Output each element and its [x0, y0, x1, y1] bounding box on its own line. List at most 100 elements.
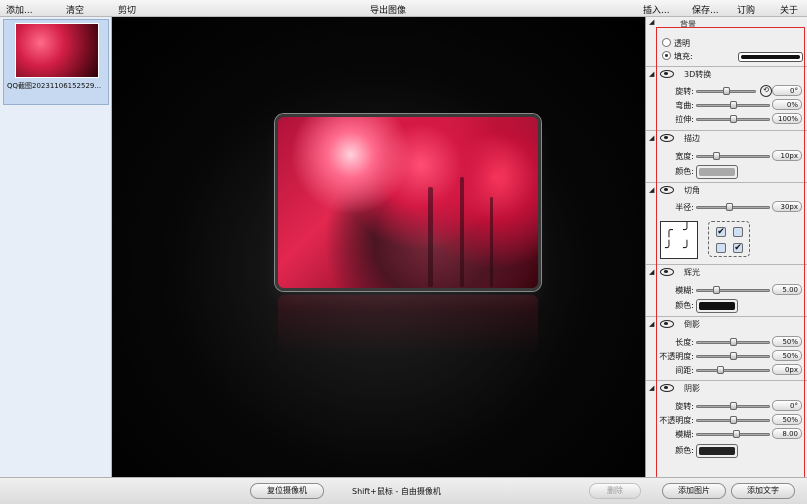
slider-shadow-rotate[interactable] [696, 402, 770, 410]
collapse-triangle-icon[interactable]: ◢ [649, 384, 654, 392]
section-shadow-header[interactable]: ◢ 阴影 [646, 383, 807, 395]
menu-about[interactable]: 关于 [780, 3, 798, 16]
menu-add[interactable]: 添加... [6, 3, 33, 16]
corner-tr-checkbox[interactable] [733, 227, 743, 237]
value-border-width[interactable]: 10px [772, 150, 802, 161]
border-color-swatch[interactable] [696, 165, 738, 179]
eye-icon[interactable] [660, 320, 674, 328]
slider-knob[interactable] [713, 286, 720, 294]
section-background-header[interactable]: ◢ 背景 [646, 17, 807, 29]
section-corner-title: 切角 [684, 186, 700, 195]
section-reflection: ◢ 倒影 长度: 50% 不透明度: 50% 间距: 0px [646, 317, 807, 381]
corner-top-right-icon[interactable]: ╯ [683, 223, 691, 238]
slider-shadow-opacity[interactable] [696, 416, 770, 424]
corner-bl-checkbox[interactable] [716, 243, 726, 253]
fill-color-swatch[interactable] [738, 52, 803, 62]
transparent-radio[interactable] [662, 38, 671, 47]
camera-hint-text: Shift+鼠标 - 自由摄像机 [352, 487, 441, 496]
fill-radio[interactable] [662, 51, 671, 60]
value-glow-blur[interactable]: 5.00 [772, 284, 802, 295]
thumbnail-item[interactable]: QQ截图20231106152529... [3, 19, 109, 105]
collapse-triangle-icon[interactable]: ◢ [649, 18, 654, 26]
eye-icon[interactable] [660, 384, 674, 392]
value-3d-bend[interactable]: 0% [772, 99, 802, 110]
menu-subscribe[interactable]: 订购 [737, 3, 755, 16]
eye-icon[interactable] [660, 70, 674, 78]
section-3d-header[interactable]: ◢ 3D转换 [646, 69, 807, 81]
slider-knob[interactable] [730, 101, 737, 109]
transparent-label: 透明 [674, 39, 690, 48]
slider-3d-rotate[interactable] [696, 87, 756, 95]
value-corner-radius[interactable]: 30px [772, 201, 802, 212]
corner-style-picker[interactable]: ╭ ╯ ╯ ╯ [660, 221, 698, 259]
slider-border-width[interactable] [696, 152, 770, 160]
add-text-button[interactable]: 添加文字 [731, 483, 795, 499]
slider-3d-bend[interactable] [696, 101, 770, 109]
value-3d-rotate[interactable]: 0° [772, 85, 802, 96]
slider-knob[interactable] [730, 416, 737, 424]
collapse-triangle-icon[interactable]: ◢ [649, 320, 654, 328]
slider-knob[interactable] [730, 352, 737, 360]
preview-stage[interactable] [112, 17, 645, 477]
collapse-triangle-icon[interactable]: ◢ [649, 268, 654, 276]
section-glow-header[interactable]: ◢ 辉光 [646, 267, 807, 279]
slider-3d-stretch[interactable] [696, 115, 770, 123]
value-shadow-blur[interactable]: 8.00 [772, 428, 802, 439]
corner-br-checkbox[interactable]: ✔ [733, 243, 743, 253]
corner-bottom-left-icon[interactable]: ╯ [665, 241, 673, 256]
slider-glow-blur[interactable] [696, 286, 770, 294]
shadow-color-swatch[interactable] [696, 444, 738, 458]
slider-corner-radius[interactable] [696, 203, 770, 211]
value-reflection-opacity[interactable]: 50% [772, 350, 802, 361]
bottom-toolbar: 复位摄像机 Shift+鼠标 - 自由摄像机 删除 添加图片 添加文字 [0, 477, 807, 504]
label-shadow-blur: 模糊: [675, 430, 694, 439]
section-border-header[interactable]: ◢ 描边 [646, 133, 807, 145]
slider-knob[interactable] [717, 366, 724, 374]
eye-icon[interactable] [660, 186, 674, 194]
menu-clear[interactable]: 清空 [66, 3, 84, 16]
row-border-width: 宽度: 10px [646, 150, 807, 162]
thumbnail-image [15, 23, 99, 78]
glow-color-swatch[interactable] [696, 299, 738, 313]
corner-tl-checkbox[interactable]: ✔ [716, 227, 726, 237]
slider-knob[interactable] [713, 152, 720, 160]
corner-top-left-icon[interactable]: ╭ [665, 223, 673, 238]
eye-icon[interactable] [660, 134, 674, 142]
reset-camera-button[interactable]: 复位摄像机 [250, 483, 324, 499]
slider-knob[interactable] [730, 115, 737, 123]
label-border-color: 颜色: [675, 167, 694, 176]
slider-knob[interactable] [733, 430, 740, 438]
section-reflection-title: 倒影 [684, 320, 700, 329]
slider-shadow-blur[interactable] [696, 430, 770, 438]
delete-button[interactable]: 删除 [589, 483, 641, 499]
slider-reflection-gap[interactable] [696, 366, 770, 374]
value-reflection-length[interactable]: 50% [772, 336, 802, 347]
label-glow-color: 颜色: [675, 301, 694, 310]
row-shadow-blur: 模糊: 8.00 [646, 428, 807, 440]
slider-reflection-length[interactable] [696, 338, 770, 346]
slider-knob[interactable] [726, 203, 733, 211]
value-reflection-gap[interactable]: 0px [772, 364, 802, 375]
section-reflection-header[interactable]: ◢ 倒影 [646, 319, 807, 331]
slider-knob[interactable] [730, 338, 737, 346]
section-corner-header[interactable]: ◢ 切角 [646, 185, 807, 197]
preview-photo[interactable] [275, 114, 541, 291]
corner-bottom-right-icon[interactable]: ╯ [683, 241, 691, 256]
menu-crop[interactable]: 剪切 [118, 3, 136, 16]
value-shadow-rotate[interactable]: 0° [772, 400, 802, 411]
slider-knob[interactable] [730, 402, 737, 410]
slider-knob[interactable] [723, 87, 730, 95]
eye-icon[interactable] [660, 268, 674, 276]
menu-export-image[interactable]: 导出图像 [370, 3, 406, 16]
collapse-triangle-icon[interactable]: ◢ [649, 134, 654, 142]
row-3d-rotate: 旋转: ⟲ 0° [646, 85, 807, 97]
collapse-triangle-icon[interactable]: ◢ [649, 186, 654, 194]
value-3d-stretch[interactable]: 100% [772, 113, 802, 124]
value-shadow-opacity[interactable]: 50% [772, 414, 802, 425]
menu-insert[interactable]: 插入... [643, 3, 670, 16]
rotate-reset-icon[interactable]: ⟲ [760, 85, 772, 97]
collapse-triangle-icon[interactable]: ◢ [649, 70, 654, 78]
menu-save[interactable]: 保存... [692, 3, 719, 16]
add-image-button[interactable]: 添加图片 [662, 483, 726, 499]
slider-reflection-opacity[interactable] [696, 352, 770, 360]
